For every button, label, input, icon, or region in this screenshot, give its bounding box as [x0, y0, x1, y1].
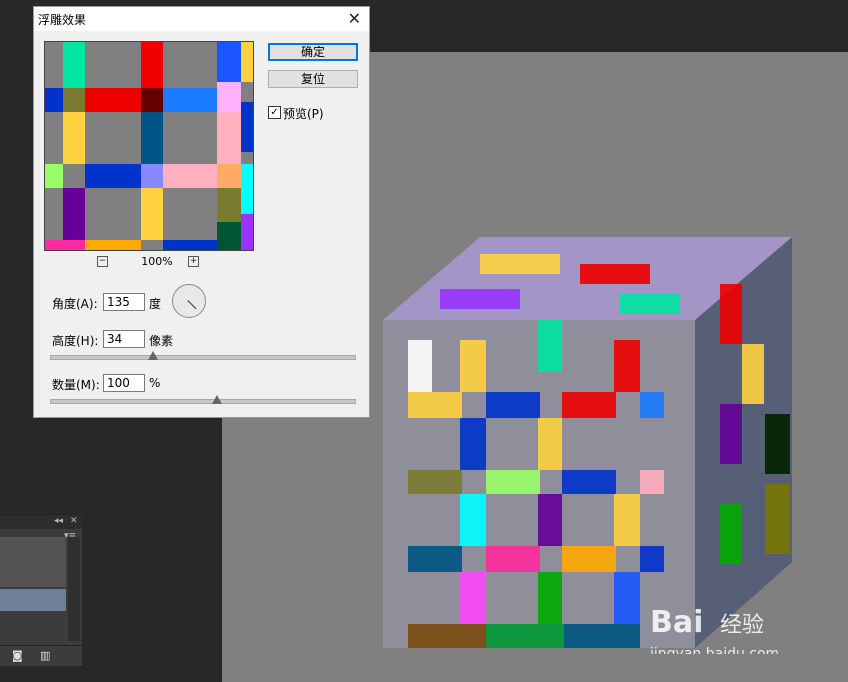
close-icon[interactable]: ✕ [348, 9, 361, 28]
height-slider-thumb[interactable] [148, 351, 159, 360]
amount-slider[interactable] [50, 399, 356, 404]
dialog-titlebar: 浮雕效果 ✕ [34, 7, 369, 31]
dial-hand-icon [187, 300, 197, 310]
scrollbar[interactable] [68, 537, 80, 641]
amount-unit: % [149, 376, 161, 390]
dialog-title: 浮雕效果 [38, 13, 87, 27]
height-label: 高度(H): [52, 334, 99, 348]
amount-slider-thumb[interactable] [212, 395, 223, 404]
panel-header: ◂◂ ✕ [0, 515, 82, 529]
collapse-icon[interactable]: ◂◂ [54, 516, 63, 526]
panel-footer: ◙ ▥ [0, 645, 82, 666]
zoom-controls: − 100% + [44, 255, 252, 269]
amount-label: 数量(M): [52, 378, 100, 392]
zoom-out-button[interactable]: − [97, 256, 108, 267]
svg-text:jingyan.baidu.com: jingyan.baidu.com [649, 646, 779, 654]
svg-text:经验: 经验 [720, 613, 764, 638]
ok-button[interactable]: 确定 [268, 43, 358, 61]
preview-image [45, 42, 253, 250]
checkmark-icon[interactable]: ✓ [268, 106, 281, 119]
angle-dial[interactable] [172, 284, 206, 318]
height-unit: 像素 [149, 334, 174, 348]
angle-input[interactable]: 135 [103, 293, 145, 311]
embossed-cube-artwork: Bai 经验 jingyan.baidu.com [383, 237, 792, 654]
zoom-level: 100% [141, 255, 173, 268]
angle-label: 角度(A): [52, 297, 98, 311]
emboss-dialog: 浮雕效果 ✕ − 100% + 确定 复位 ✓ 预览(P) 角度(A): 135… [33, 6, 370, 418]
angle-unit: 度 [149, 297, 162, 311]
svg-text:Bai: Bai [650, 605, 703, 640]
camera-icon[interactable]: ◙ [12, 649, 23, 662]
amount-input[interactable]: 100 [103, 374, 145, 392]
list-item[interactable] [0, 537, 66, 587]
preview-label: 预览(P) [283, 107, 324, 121]
zoom-in-button[interactable]: + [188, 256, 199, 267]
filter-preview[interactable] [44, 41, 254, 251]
list-item-selected[interactable] [0, 589, 66, 611]
reset-button[interactable]: 复位 [268, 70, 358, 88]
close-icon[interactable]: ✕ [70, 516, 78, 526]
trash-icon[interactable]: ▥ [40, 649, 50, 662]
height-input[interactable]: 34 [103, 330, 145, 348]
height-slider[interactable] [50, 355, 356, 360]
layers-panel: ◂◂ ✕ ▾≡ ◙ ▥ [0, 514, 82, 666]
